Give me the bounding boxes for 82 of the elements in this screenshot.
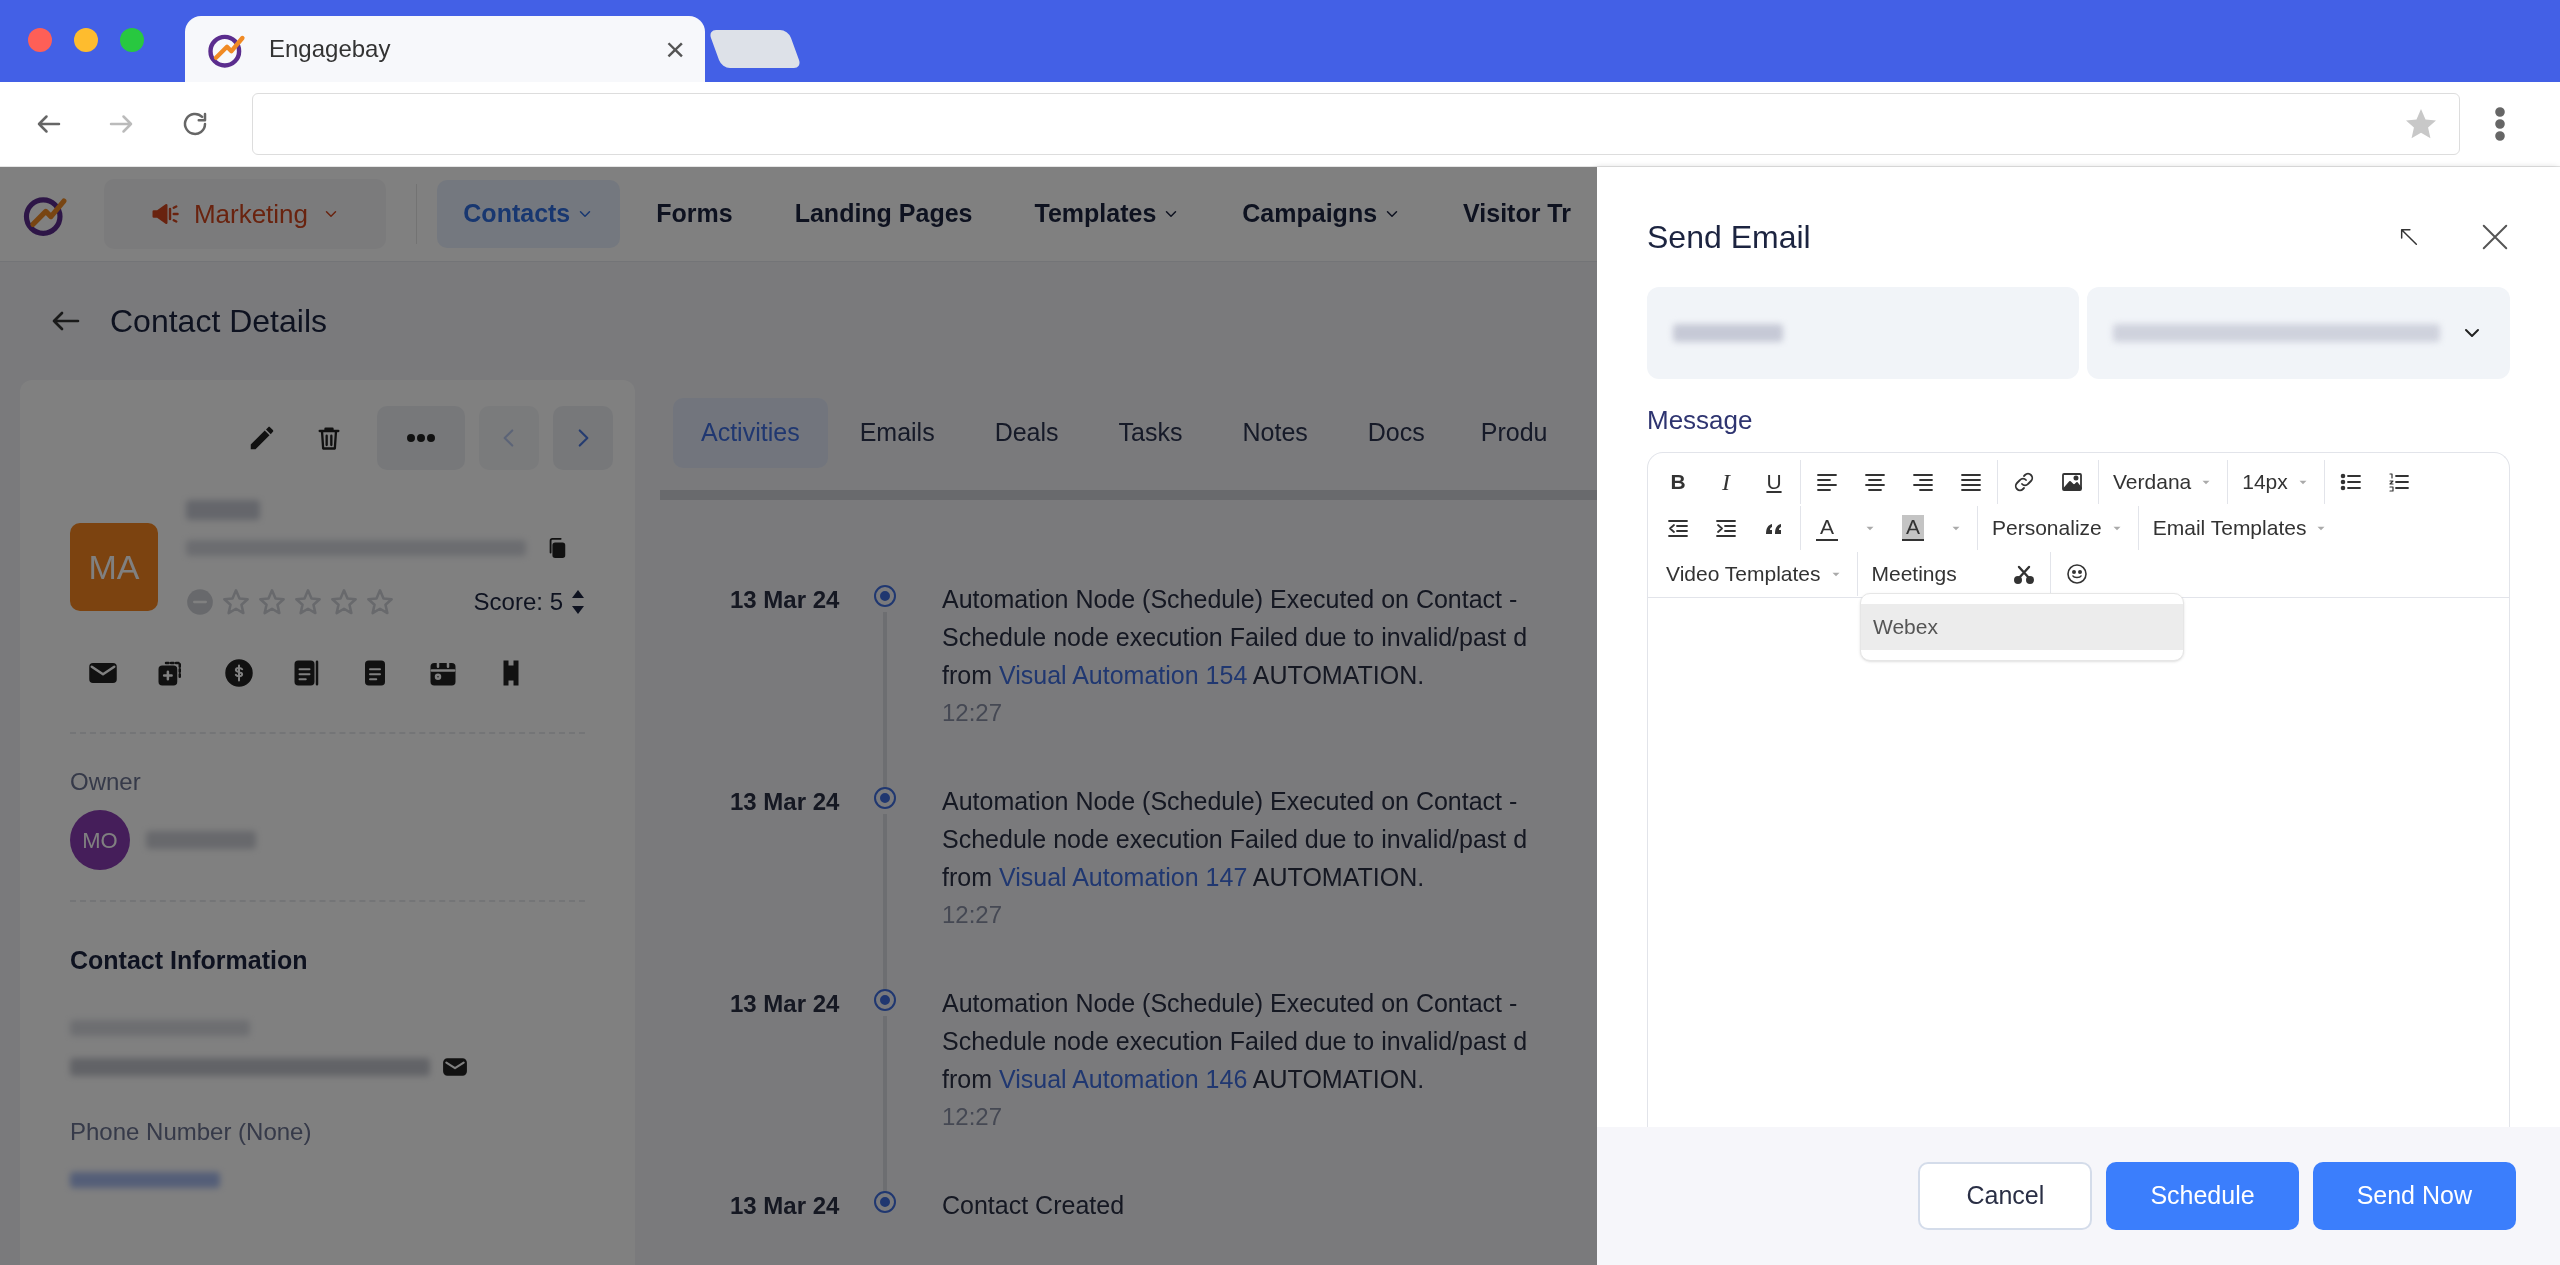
page-title: Contact Details — [110, 302, 327, 341]
tab[interactable]: Deals — [966, 398, 1087, 468]
font-size-dropdown[interactable]: 14px — [2230, 459, 2322, 505]
timeline-dot-icon — [873, 1190, 897, 1214]
font-dropdown[interactable]: Verdana — [2101, 459, 2226, 505]
activity-source: from Visual Automation 147 AUTOMATION. — [942, 862, 1426, 893]
timeline-dot-icon — [873, 988, 897, 1012]
empty-star-icon[interactable] — [258, 588, 286, 616]
automation-link[interactable]: Visual Automation 147 — [998, 863, 1248, 891]
link-icon — [2012, 470, 2036, 494]
empty-star-icon[interactable] — [366, 588, 394, 616]
action-button[interactable]: Send Now — [2312, 1162, 2516, 1230]
activity-title: Contact Created — [942, 1190, 1125, 1221]
window-control-icon[interactable] — [74, 28, 98, 52]
automation-link[interactable]: Visual Automation 154 — [998, 661, 1248, 689]
meetings-dropdown[interactable]: Meetings — [1859, 551, 2000, 597]
activity-source: from Visual Automation 154 AUTOMATION. — [942, 660, 1426, 691]
minimize-icon[interactable] — [2398, 226, 2420, 248]
browser-tab[interactable]: Engagebay × — [185, 16, 705, 82]
nav-tab[interactable]: Contacts — [437, 180, 621, 248]
nav-tab[interactable]: Landing Pages — [768, 180, 999, 248]
tab[interactable]: Activities — [673, 398, 828, 468]
section-title: Contact Information — [70, 945, 309, 976]
emoji-icon — [2064, 562, 2089, 586]
panel-title: Send Email — [1647, 218, 1812, 257]
automation-link[interactable]: Visual Automation 146 — [998, 1065, 1248, 1093]
nav-tab[interactable]: Templates — [1008, 180, 1207, 248]
personalize-dropdown[interactable]: Personalize — [1980, 505, 2136, 551]
field-label: Phone Number (None) — [70, 1116, 313, 1147]
tab[interactable]: Docs — [1339, 398, 1453, 468]
star-rating[interactable] — [222, 588, 394, 616]
empty-star-icon[interactable] — [294, 588, 322, 616]
activity-title: Automation Node (Schedule) Executed on Contact - — [942, 786, 1519, 817]
score-text: Score: 5 — [473, 587, 563, 617]
activity-date: 13 Mar 24 — [730, 585, 841, 615]
address-field[interactable] — [252, 93, 2460, 155]
nav-tab[interactable]: Visitor Tr — [1437, 180, 1597, 248]
underline-button[interactable]: U — [1750, 459, 1798, 505]
activity-detail: Schedule node execution Failed due to invalid/past d — [942, 1026, 1528, 1057]
bold-button[interactable]: B — [1654, 459, 1702, 505]
activity-title: Automation Node (Schedule) Executed on Contact - — [942, 988, 1519, 1019]
nav-tab[interactable]: Campaigns — [1216, 180, 1428, 248]
timeline-dot-icon — [873, 786, 897, 810]
close-tab-icon[interactable]: × — [665, 32, 685, 66]
email-templates-dropdown[interactable]: Email Templates — [2140, 505, 2341, 551]
timeline-dot-icon — [873, 584, 897, 608]
activity-date: 13 Mar 24 — [730, 787, 841, 817]
nav-tab[interactable]: Forms — [630, 180, 759, 248]
highlight-color-button[interactable]: A — [1889, 505, 1937, 551]
action-button[interactable]: Schedule — [2106, 1162, 2299, 1230]
field-label: Message — [1647, 404, 1754, 437]
activity-detail: Schedule node execution Failed due to invalid/past d — [942, 824, 1528, 855]
new-tab-button[interactable] — [708, 30, 802, 68]
more-button[interactable] — [377, 406, 465, 470]
tab[interactable]: Tasks — [1090, 398, 1211, 468]
activity-date: 13 Mar 24 — [730, 989, 841, 1019]
dollar-icon[interactable] — [224, 658, 254, 688]
italic-button[interactable]: I — [1702, 459, 1750, 505]
action-button[interactable]: Cancel — [1918, 1162, 2093, 1230]
menu-item[interactable]: Webex — [1861, 604, 2183, 650]
activity-source: from Visual Automation 146 AUTOMATION. — [942, 1064, 1426, 1095]
activity-detail: Schedule node execution Failed due to invalid/past d — [942, 622, 1528, 653]
app-switcher-button[interactable]: Marketing — [103, 179, 387, 249]
tab[interactable]: Emails — [831, 398, 963, 468]
activity-date: 13 Mar 24 — [730, 1191, 841, 1221]
activity-title: Automation Node (Schedule) Executed on Contact - — [942, 584, 1519, 615]
empty-star-icon[interactable] — [330, 588, 358, 616]
from-name-field[interactable] — [1647, 287, 2079, 379]
field-label: Owner — [70, 767, 142, 797]
tab[interactable]: Notes — [1214, 398, 1336, 468]
more-icon — [407, 434, 435, 442]
empty-star-icon[interactable] — [222, 588, 250, 616]
owner-avatar: MO — [70, 810, 130, 870]
more-menu-icon[interactable] — [2494, 106, 2506, 142]
close-icon[interactable] — [2480, 222, 2510, 252]
image-icon — [2060, 470, 2084, 494]
contact-avatar: MA — [70, 523, 158, 611]
text-color-button[interactable]: A — [1803, 505, 1851, 551]
tab-title: Engagebay — [269, 34, 392, 64]
video-templates-dropdown[interactable]: Video Templates — [1654, 551, 1855, 597]
tab[interactable]: Produ — [1456, 398, 1548, 468]
message-editor[interactable]: B I U Verdana 14px A A Personalize Email Templates Video Templates Meetings Webex — [1647, 452, 2510, 1127]
